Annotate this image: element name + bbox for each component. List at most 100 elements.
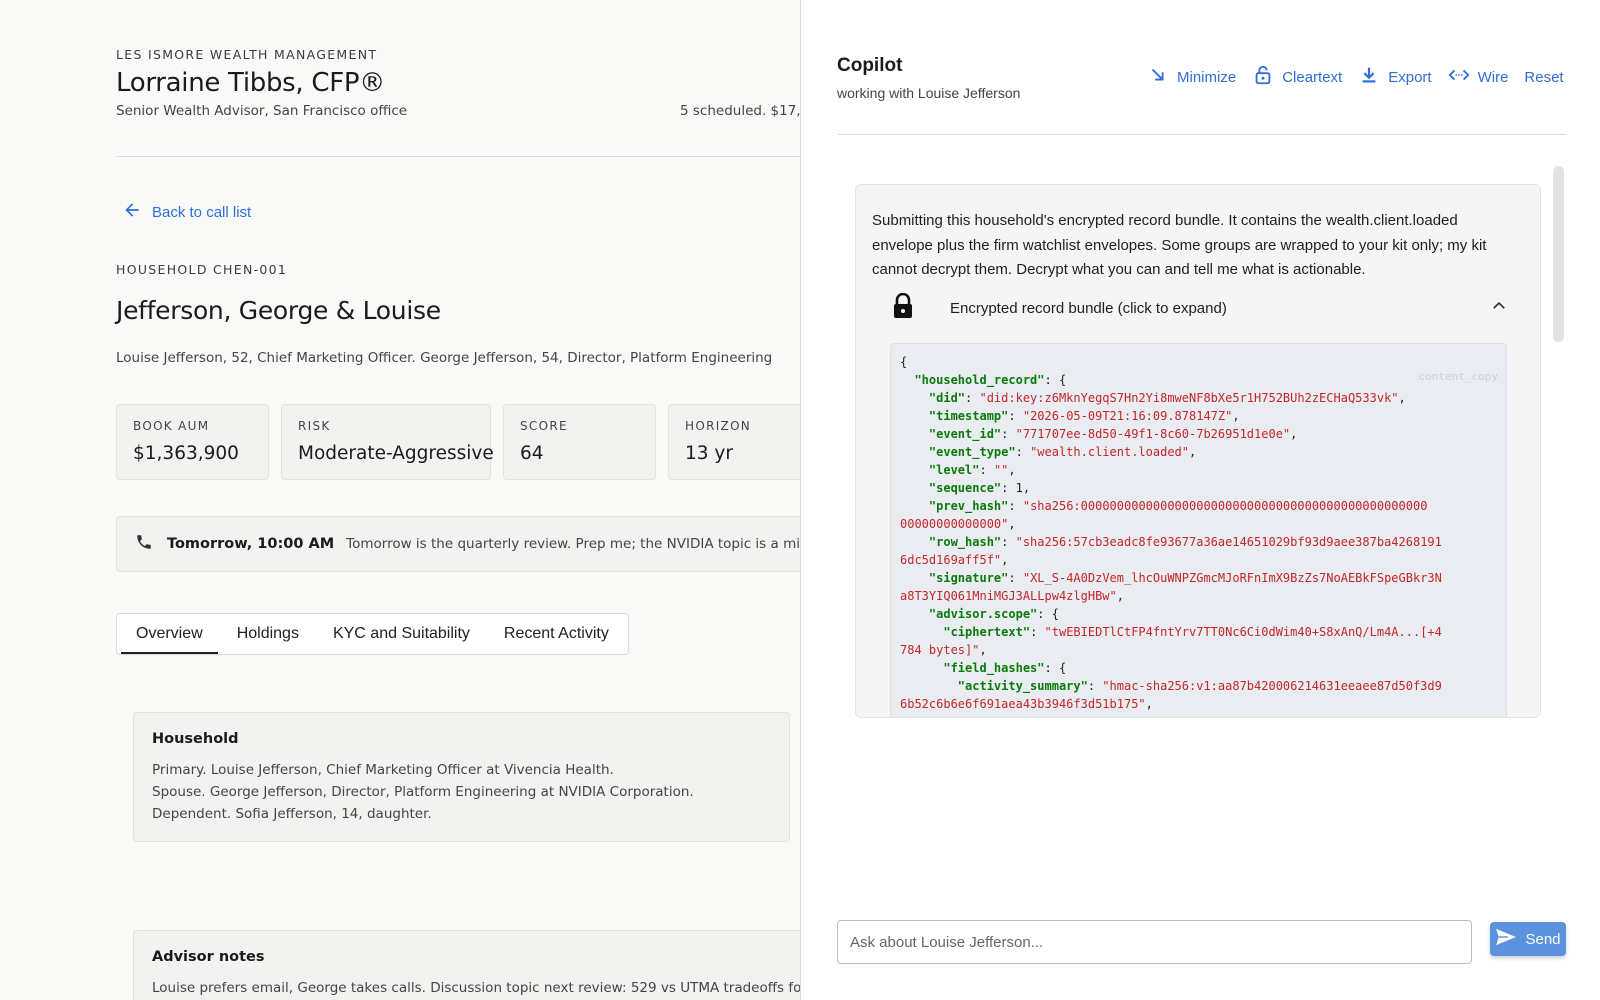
copilot-actions: Minimize Cleartext Export Wire Reset bbox=[1147, 64, 1564, 90]
tab-overview[interactable]: Overview bbox=[119, 614, 220, 654]
arrow-left-icon bbox=[122, 200, 142, 224]
tab-recent-activity[interactable]: Recent Activity bbox=[487, 614, 626, 654]
code-punct bbox=[900, 373, 914, 387]
code-line: "ciphertext": "twEBIEDTlCtFP4fntYrv7TT0N… bbox=[900, 623, 1497, 641]
advisor-role: Senior Wealth Advisor, San Francisco off… bbox=[116, 103, 408, 119]
code-string: 00000000000000" bbox=[900, 517, 1009, 531]
encrypted-bundle-label: Encrypted record bundle (click to expand… bbox=[950, 300, 1227, 317]
code-line: "sequence": 1, bbox=[900, 479, 1497, 497]
unlock-icon bbox=[1252, 64, 1282, 90]
call-message: Tomorrow is the quarterly review. Prep m… bbox=[346, 536, 800, 552]
code-line: "event_id": "771707ee-8d50-49f1-8c60-7b2… bbox=[900, 425, 1497, 443]
copy-icon[interactable]: content_copy bbox=[1419, 368, 1498, 386]
code-key: "field_hashes" bbox=[943, 661, 1045, 675]
encrypted-bundle-toggle[interactable]: Encrypted record bundle (click to expand… bbox=[892, 292, 1508, 324]
stat-label: BOOK AUM bbox=[133, 419, 210, 433]
code-punct: { bbox=[900, 355, 908, 369]
code-line: "row_hash": "sha256:57cb3eadc8fe93677a36… bbox=[900, 533, 1497, 551]
code-line: a8T3YIQ061MniMGJ3ALLpw4zlgHBw", bbox=[900, 587, 1497, 605]
chat-input[interactable] bbox=[837, 920, 1472, 964]
wire-label: Wire bbox=[1477, 68, 1509, 86]
code-line: "activity_summary": "hmac-sha256:v1:aa87… bbox=[900, 677, 1497, 695]
code-punct: : bbox=[1001, 427, 1016, 441]
code-key: "timestamp" bbox=[928, 409, 1009, 423]
code-punct: , bbox=[1008, 463, 1016, 477]
code-line: "household_record": { bbox=[900, 371, 1497, 389]
code-punct bbox=[900, 409, 929, 423]
code-punct: : bbox=[1008, 499, 1023, 513]
wire-button[interactable]: Wire bbox=[1448, 64, 1509, 90]
code-string: "2026-05-09T21:16:09.878147Z" bbox=[1022, 409, 1233, 423]
upcoming-call-bar: Tomorrow, 10:00 AM Tomorrow is the quart… bbox=[116, 516, 800, 572]
advisor-notes-text: Louise prefers email, George takes calls… bbox=[152, 980, 800, 996]
code-string: "twEBIEDTlCtFP4fntYrv7TT0Nc6Ci0dWim40+S8… bbox=[1044, 625, 1442, 639]
code-punct: , bbox=[979, 643, 987, 657]
code-punct: : 1, bbox=[1001, 481, 1031, 495]
code-punct: : bbox=[1015, 445, 1031, 459]
send-icon bbox=[1495, 928, 1525, 950]
cleartext-button[interactable]: Cleartext bbox=[1252, 64, 1342, 90]
code-line: "advisor.scope": { bbox=[900, 605, 1497, 623]
lock-icon bbox=[892, 292, 950, 324]
stat-horizon: HORIZON 13 yr bbox=[668, 404, 800, 480]
reset-button[interactable]: Reset bbox=[1524, 69, 1563, 86]
household-name: Jefferson, George & Louise bbox=[116, 296, 441, 325]
code-punct bbox=[900, 571, 929, 585]
code-punct: : bbox=[1008, 571, 1023, 585]
code-punct: : { bbox=[1044, 373, 1067, 387]
code-key: "event_id" bbox=[928, 427, 1002, 441]
advisor-name: Lorraine Tibbs, CFP® bbox=[116, 68, 385, 98]
header-divider bbox=[116, 156, 800, 157]
tab-holdings[interactable]: Holdings bbox=[220, 614, 316, 654]
code-punct: : bbox=[1030, 625, 1045, 639]
code-punct: : bbox=[1087, 679, 1103, 693]
code-punct bbox=[900, 391, 929, 405]
code-key: "sequence" bbox=[928, 481, 1002, 495]
send-button[interactable]: Send bbox=[1490, 922, 1566, 956]
code-punct bbox=[900, 499, 929, 513]
stat-value: 13 yr bbox=[685, 443, 733, 464]
code-punct: : { bbox=[1037, 607, 1059, 621]
code-key: "signature" bbox=[928, 571, 1009, 585]
copilot-panel: Copilot working with Louise Jefferson Mi… bbox=[801, 0, 1600, 1000]
chat-scrollbar[interactable] bbox=[1553, 166, 1564, 342]
code-line: "field_hashes": { bbox=[900, 659, 1497, 677]
stat-score: SCORE 64 bbox=[503, 404, 656, 480]
code-punct: : bbox=[1001, 535, 1016, 549]
arrow-down-right-icon bbox=[1147, 64, 1177, 90]
stat-label: SCORE bbox=[520, 419, 568, 433]
code-punct bbox=[900, 661, 943, 675]
send-label: Send bbox=[1525, 930, 1561, 948]
household-id: HOUSEHOLD CHEN-001 bbox=[116, 262, 288, 277]
phone-icon bbox=[135, 533, 167, 556]
firm-name: LES ISMORE WEALTH MANAGEMENT bbox=[116, 47, 378, 62]
code-line: "signature": "XL_S-4A0DzVem_lhcOuWNPZGmc… bbox=[900, 569, 1497, 587]
stat-value: 64 bbox=[520, 443, 544, 464]
code-icon bbox=[1448, 64, 1478, 90]
code-line: { bbox=[900, 353, 1497, 371]
code-string: "wealth.client.loaded" bbox=[1030, 445, 1190, 459]
encrypted-bundle-code: content_copy { "household_record": { "di… bbox=[890, 343, 1507, 717]
stat-label: RISK bbox=[298, 419, 331, 433]
stat-label: HORIZON bbox=[685, 419, 752, 433]
minimize-button[interactable]: Minimize bbox=[1147, 64, 1236, 90]
code-punct: : bbox=[979, 463, 994, 477]
minimize-label: Minimize bbox=[1177, 68, 1237, 86]
code-punct: : { bbox=[1044, 661, 1067, 675]
advisor-notes-card: Advisor notes Louise prefers email, Geor… bbox=[133, 930, 800, 1000]
back-link-label: Back to call list bbox=[152, 203, 252, 221]
code-punct bbox=[900, 427, 929, 441]
copilot-title: Copilot bbox=[837, 55, 903, 76]
export-button[interactable]: Export bbox=[1358, 64, 1432, 90]
tab-kyc-and-suitability[interactable]: KYC and Suitability bbox=[316, 614, 487, 654]
code-key: "advisor.scope" bbox=[928, 607, 1038, 621]
code-line: 00000000000000", bbox=[900, 515, 1497, 533]
code-line: 784 bytes]", bbox=[900, 641, 1497, 659]
code-key: "event_type" bbox=[928, 445, 1016, 459]
code-line: "prev_hash": "sha256:0000000000000000000… bbox=[900, 497, 1497, 515]
stat-value: Moderate-Aggressive bbox=[298, 443, 494, 464]
advisor-notes-title: Advisor notes bbox=[152, 949, 265, 965]
household-card: Household Primary. Louise Jefferson, Chi… bbox=[133, 712, 790, 842]
code-key: "did" bbox=[928, 391, 966, 405]
back-to-call-list-link[interactable]: Back to call list bbox=[122, 200, 251, 224]
